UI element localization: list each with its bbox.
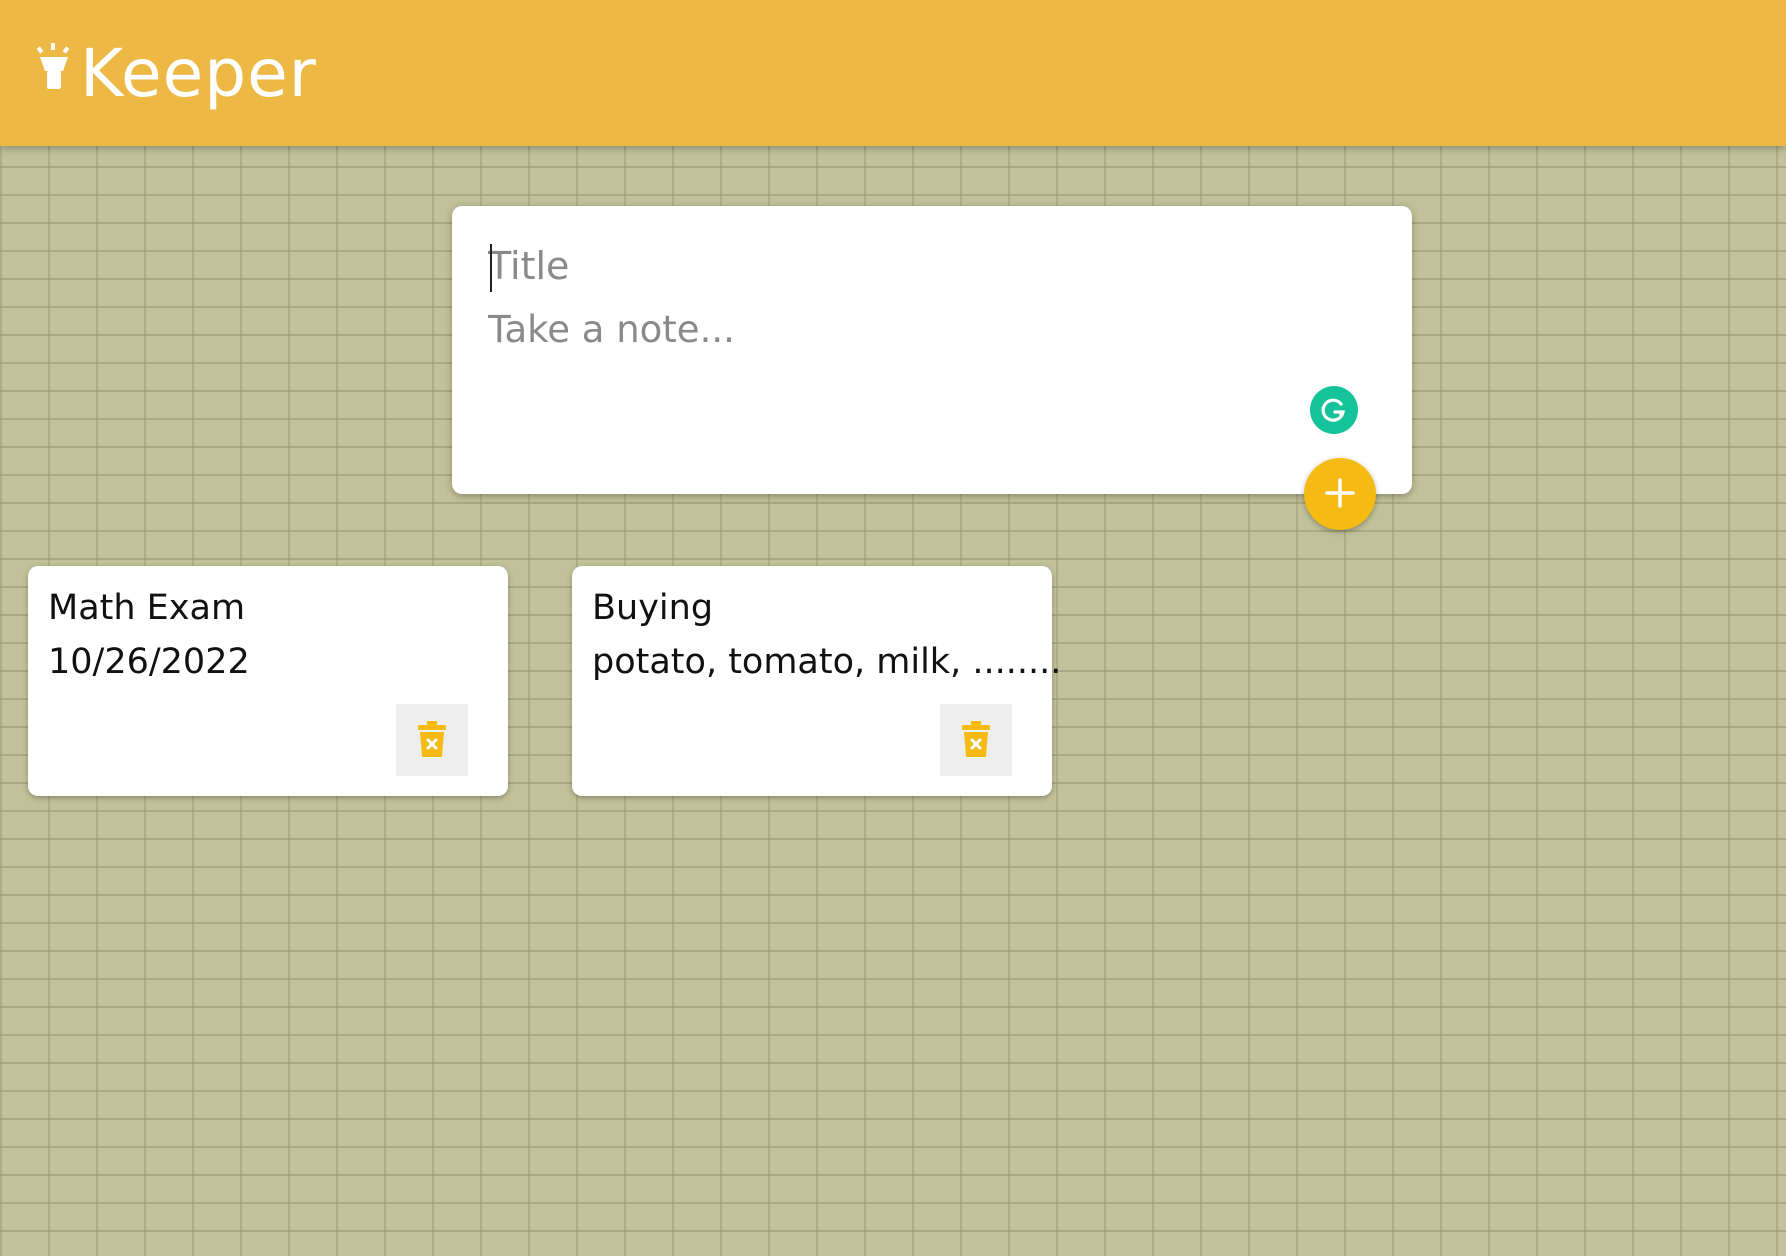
note-card: Math Exam 10/26/2022 (28, 566, 508, 796)
note-content: potato, tomato, milk, ........ (592, 642, 1062, 682)
app-header: Keeper (0, 0, 1786, 146)
add-note-button[interactable] (1304, 458, 1376, 530)
note-title: Math Exam (48, 588, 246, 628)
note-card: Buying potato, tomato, milk, ........ (572, 566, 1061, 796)
grammarly-icon[interactable] (1310, 386, 1358, 434)
plus-icon (1323, 476, 1357, 513)
text-caret (490, 244, 492, 292)
delete-note-button[interactable] (940, 704, 1012, 776)
app-logo-text: Keeper (80, 34, 317, 112)
note-content-input[interactable] (488, 308, 1368, 428)
note-title: Buying (592, 588, 714, 628)
delete-note-button[interactable] (396, 704, 468, 776)
highlight-lamp-icon (34, 43, 74, 95)
trash-icon (961, 720, 991, 760)
create-note-form (452, 206, 1412, 494)
note-title-input[interactable] (488, 244, 1368, 288)
trash-icon (417, 720, 447, 760)
note-content: 10/26/2022 (48, 642, 250, 682)
